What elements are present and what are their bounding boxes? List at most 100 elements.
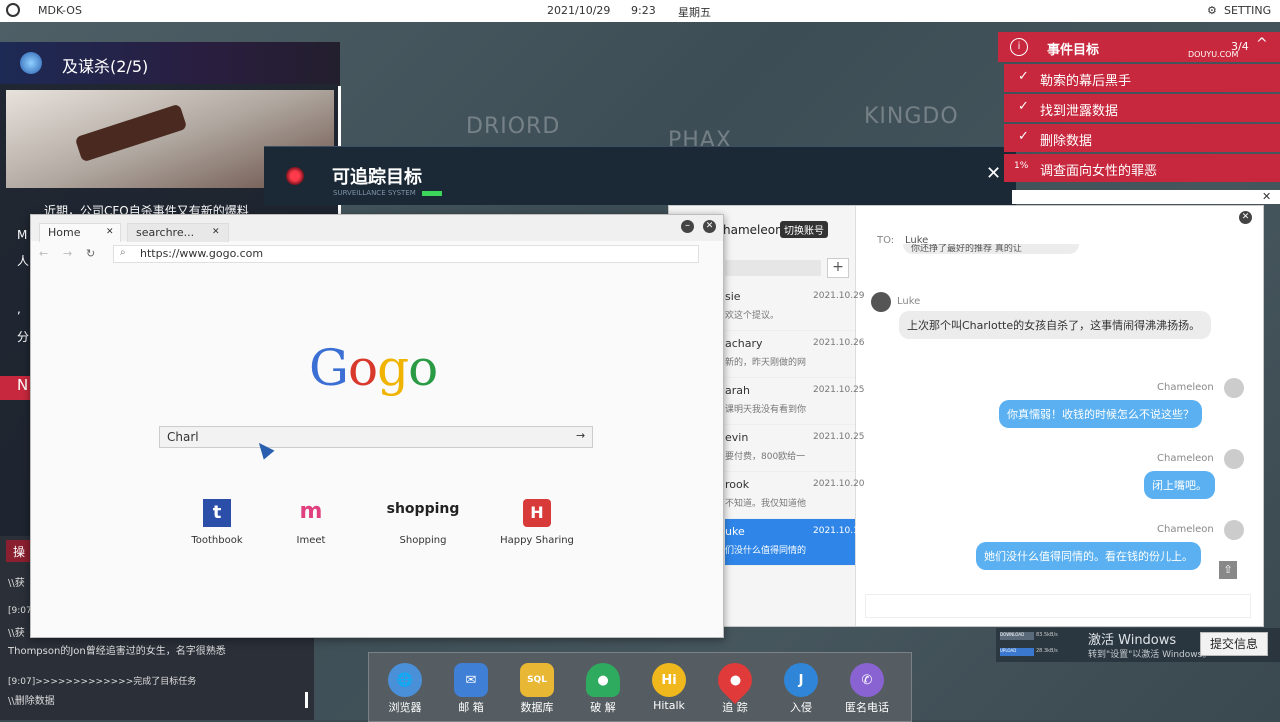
to-label: TO: — [877, 235, 895, 246]
contact-item[interactable]: arah 2021.10.25 课明天我没有看到你 — [725, 378, 865, 425]
gavel-icon — [74, 103, 188, 163]
tab-label: Home — [48, 226, 81, 239]
close-icon[interactable]: ✕ — [1239, 211, 1252, 224]
forward-icon[interactable]: → — [63, 247, 72, 260]
arrow-right-icon[interactable]: → — [576, 429, 585, 442]
app-dock: 🌐 浏览器 ✉ 邮 箱 SQL 数据库 ● 破 解 Hi Hitalk ● 追 … — [368, 652, 912, 722]
mission-text-fragment: M — [17, 228, 28, 242]
message-bubble: 上次那个叫Charlotte的女孩自杀了，这事情闹得沸沸扬扬。 — [899, 311, 1211, 339]
hitalk-icon: Hi — [652, 663, 686, 697]
message-sender: Luke — [897, 296, 921, 307]
close-icon[interactable]: ✕ — [703, 220, 716, 233]
check-icon: ✓ — [1018, 99, 1029, 114]
scroll-to-top-button[interactable]: ⇧ — [1219, 561, 1237, 579]
activation-title: 激活 Windows — [1088, 633, 1177, 648]
minimize-icon[interactable]: – — [681, 220, 694, 233]
submit-info-button[interactable]: 提交信息 — [1200, 632, 1268, 656]
contact-name: uke — [725, 525, 745, 538]
objective-label: 找到泄露数据 — [1040, 104, 1119, 119]
log-tab[interactable]: 操 — [6, 540, 30, 562]
close-icon[interactable]: ✕ — [1262, 190, 1271, 203]
dock-item-browser[interactable]: 🌐 浏览器 — [375, 657, 435, 715]
contact-item[interactable]: evin 2021.10.25 要付费，800欧给一 — [725, 425, 865, 472]
crack-icon: ● — [586, 663, 620, 697]
objective-item: 1% 调查面向女性的罪恶 — [1004, 154, 1280, 182]
gogo-logo: Gogo — [309, 339, 438, 397]
account-name: hameleon — [723, 223, 783, 237]
back-icon[interactable]: ← — [39, 247, 48, 260]
avatar — [1224, 449, 1244, 469]
map-label: KINGDO — [864, 104, 959, 129]
close-icon[interactable]: ✕ — [212, 227, 220, 237]
shortcut-label: Happy Sharing — [500, 535, 574, 546]
log-line: \\获 — [8, 578, 25, 589]
contact-preview: 欢这个提议。 — [725, 311, 780, 321]
dock-item-anonymous-call[interactable]: ✆ 匿名电话 — [837, 657, 897, 715]
mission-text-fragment: 分 — [17, 330, 30, 344]
search-input[interactable]: Charl → — [159, 426, 593, 448]
url-text: https://www.gogo.com — [140, 247, 264, 260]
objectives-header: i 事件目标 3/4 ^ DOUYU.COM — [998, 32, 1280, 62]
contact-date: 2021.10.29 — [813, 291, 865, 301]
message-input[interactable] — [865, 594, 1251, 618]
contact-item[interactable]: achary 2021.10.26 新的，昨天刚做的网 — [725, 331, 865, 378]
message-sender: Chameleon — [1157, 453, 1214, 464]
hitalk-chat-window: hameleon 切换账号 + sie 2021.10.29 欢这个提议。 ac… — [668, 205, 1264, 627]
shopping-icon: shopping — [386, 501, 460, 517]
tab-home[interactable]: Home ✕ — [39, 223, 121, 242]
tab-search[interactable]: searchre... ✕ — [127, 223, 229, 242]
objective-label: 调查面向女性的罪恶 — [1040, 164, 1158, 179]
date: 2021/10/29 — [547, 4, 611, 17]
message-bubble: 她们没什么值得同情的。看在钱的份儿上。 — [976, 542, 1201, 570]
mission-title-bar: 及谋杀(2/5) — [0, 42, 340, 84]
imeet-icon: m — [299, 499, 323, 524]
shortcut-shopping[interactable]: shopping Shopping — [383, 499, 463, 546]
contact-date: 2021.10.20 — [813, 479, 865, 489]
refresh-icon[interactable]: ↻ — [86, 247, 95, 260]
contact-search-input[interactable] — [725, 260, 821, 276]
dock-item-mail[interactable]: ✉ 邮 箱 — [441, 657, 501, 715]
contact-item[interactable]: sie 2021.10.29 欢这个提议。 — [725, 284, 865, 331]
shortcut-happy-sharing[interactable]: H Happy Sharing — [495, 499, 579, 546]
dock-item-track[interactable]: ● 追 踪 — [705, 655, 765, 715]
shortcut-label: Shopping — [399, 535, 447, 546]
contact-date: 2021.10.25 — [813, 385, 865, 395]
log-line: \\获 — [8, 628, 25, 639]
mission-text-fragment: , — [17, 302, 21, 316]
dock-item-hitalk[interactable]: Hi Hitalk — [639, 657, 699, 712]
activation-notice: DOWNLOAD 83.5kB/s UPLOAD 28.3kB/s 激活 Win… — [996, 628, 1280, 662]
phone-icon: ✆ — [850, 663, 884, 697]
dock-label: 入侵 — [790, 701, 812, 714]
upload-rate: 28.3kB/s — [1036, 648, 1058, 654]
close-icon[interactable]: ✕ — [106, 227, 114, 237]
time: 9:23 — [631, 4, 656, 17]
search-icon: ⌕ — [120, 247, 126, 258]
trackable-target-popup: 可追踪目标 SURVEILLANCE SYSTEM ✕ — [264, 146, 1016, 205]
weekday: 星期五 — [678, 6, 711, 19]
shortcut-imeet[interactable]: m Imeet — [281, 499, 341, 546]
tab-bar: Home ✕ searchre... ✕ – ✕ — [31, 215, 723, 242]
tab-label: searchre... — [136, 226, 195, 239]
switch-account-button[interactable]: 切换账号 — [780, 221, 828, 238]
objective-item: ✓ 删除数据 — [1004, 124, 1280, 152]
address-bar[interactable]: ⌕ https://www.gogo.com — [113, 245, 699, 263]
log-line: [9:07]>>>>>>>>>>>>>完成了目标任务 — [8, 677, 197, 687]
avatar — [871, 292, 891, 312]
contact-name: rook — [725, 478, 750, 491]
dock-item-database[interactable]: SQL 数据库 — [507, 657, 567, 715]
add-contact-button[interactable]: + — [827, 258, 849, 278]
chevron-up-icon[interactable]: ^ — [1256, 36, 1268, 52]
shortcut-toothbook[interactable]: t Toothbook — [187, 499, 247, 546]
info-icon: i — [1010, 38, 1028, 56]
contact-item[interactable]: rook 2021.10.20 不知道。我仅知道他 — [725, 472, 865, 519]
contact-item-active[interactable]: uke 2021.10.12 们没什么值得同情的 — [725, 519, 865, 566]
dock-item-crack[interactable]: ● 破 解 — [573, 657, 633, 715]
dock-label: 匿名电话 — [845, 701, 889, 714]
setting-button[interactable]: SETTING — [1224, 4, 1271, 17]
dock-item-intrude[interactable]: J 入侵 — [771, 657, 831, 715]
dock-label: 邮 箱 — [458, 701, 484, 714]
objectives-panel: i 事件目标 3/4 ^ DOUYU.COM ✓ 勒索的幕后黑手 ✓ 找到泄露数… — [998, 32, 1280, 184]
contact-date: 2021.10.12 — [813, 526, 865, 536]
gear-icon[interactable]: ⚙ — [1207, 4, 1217, 17]
browser-icon: 🌐 — [388, 663, 422, 697]
